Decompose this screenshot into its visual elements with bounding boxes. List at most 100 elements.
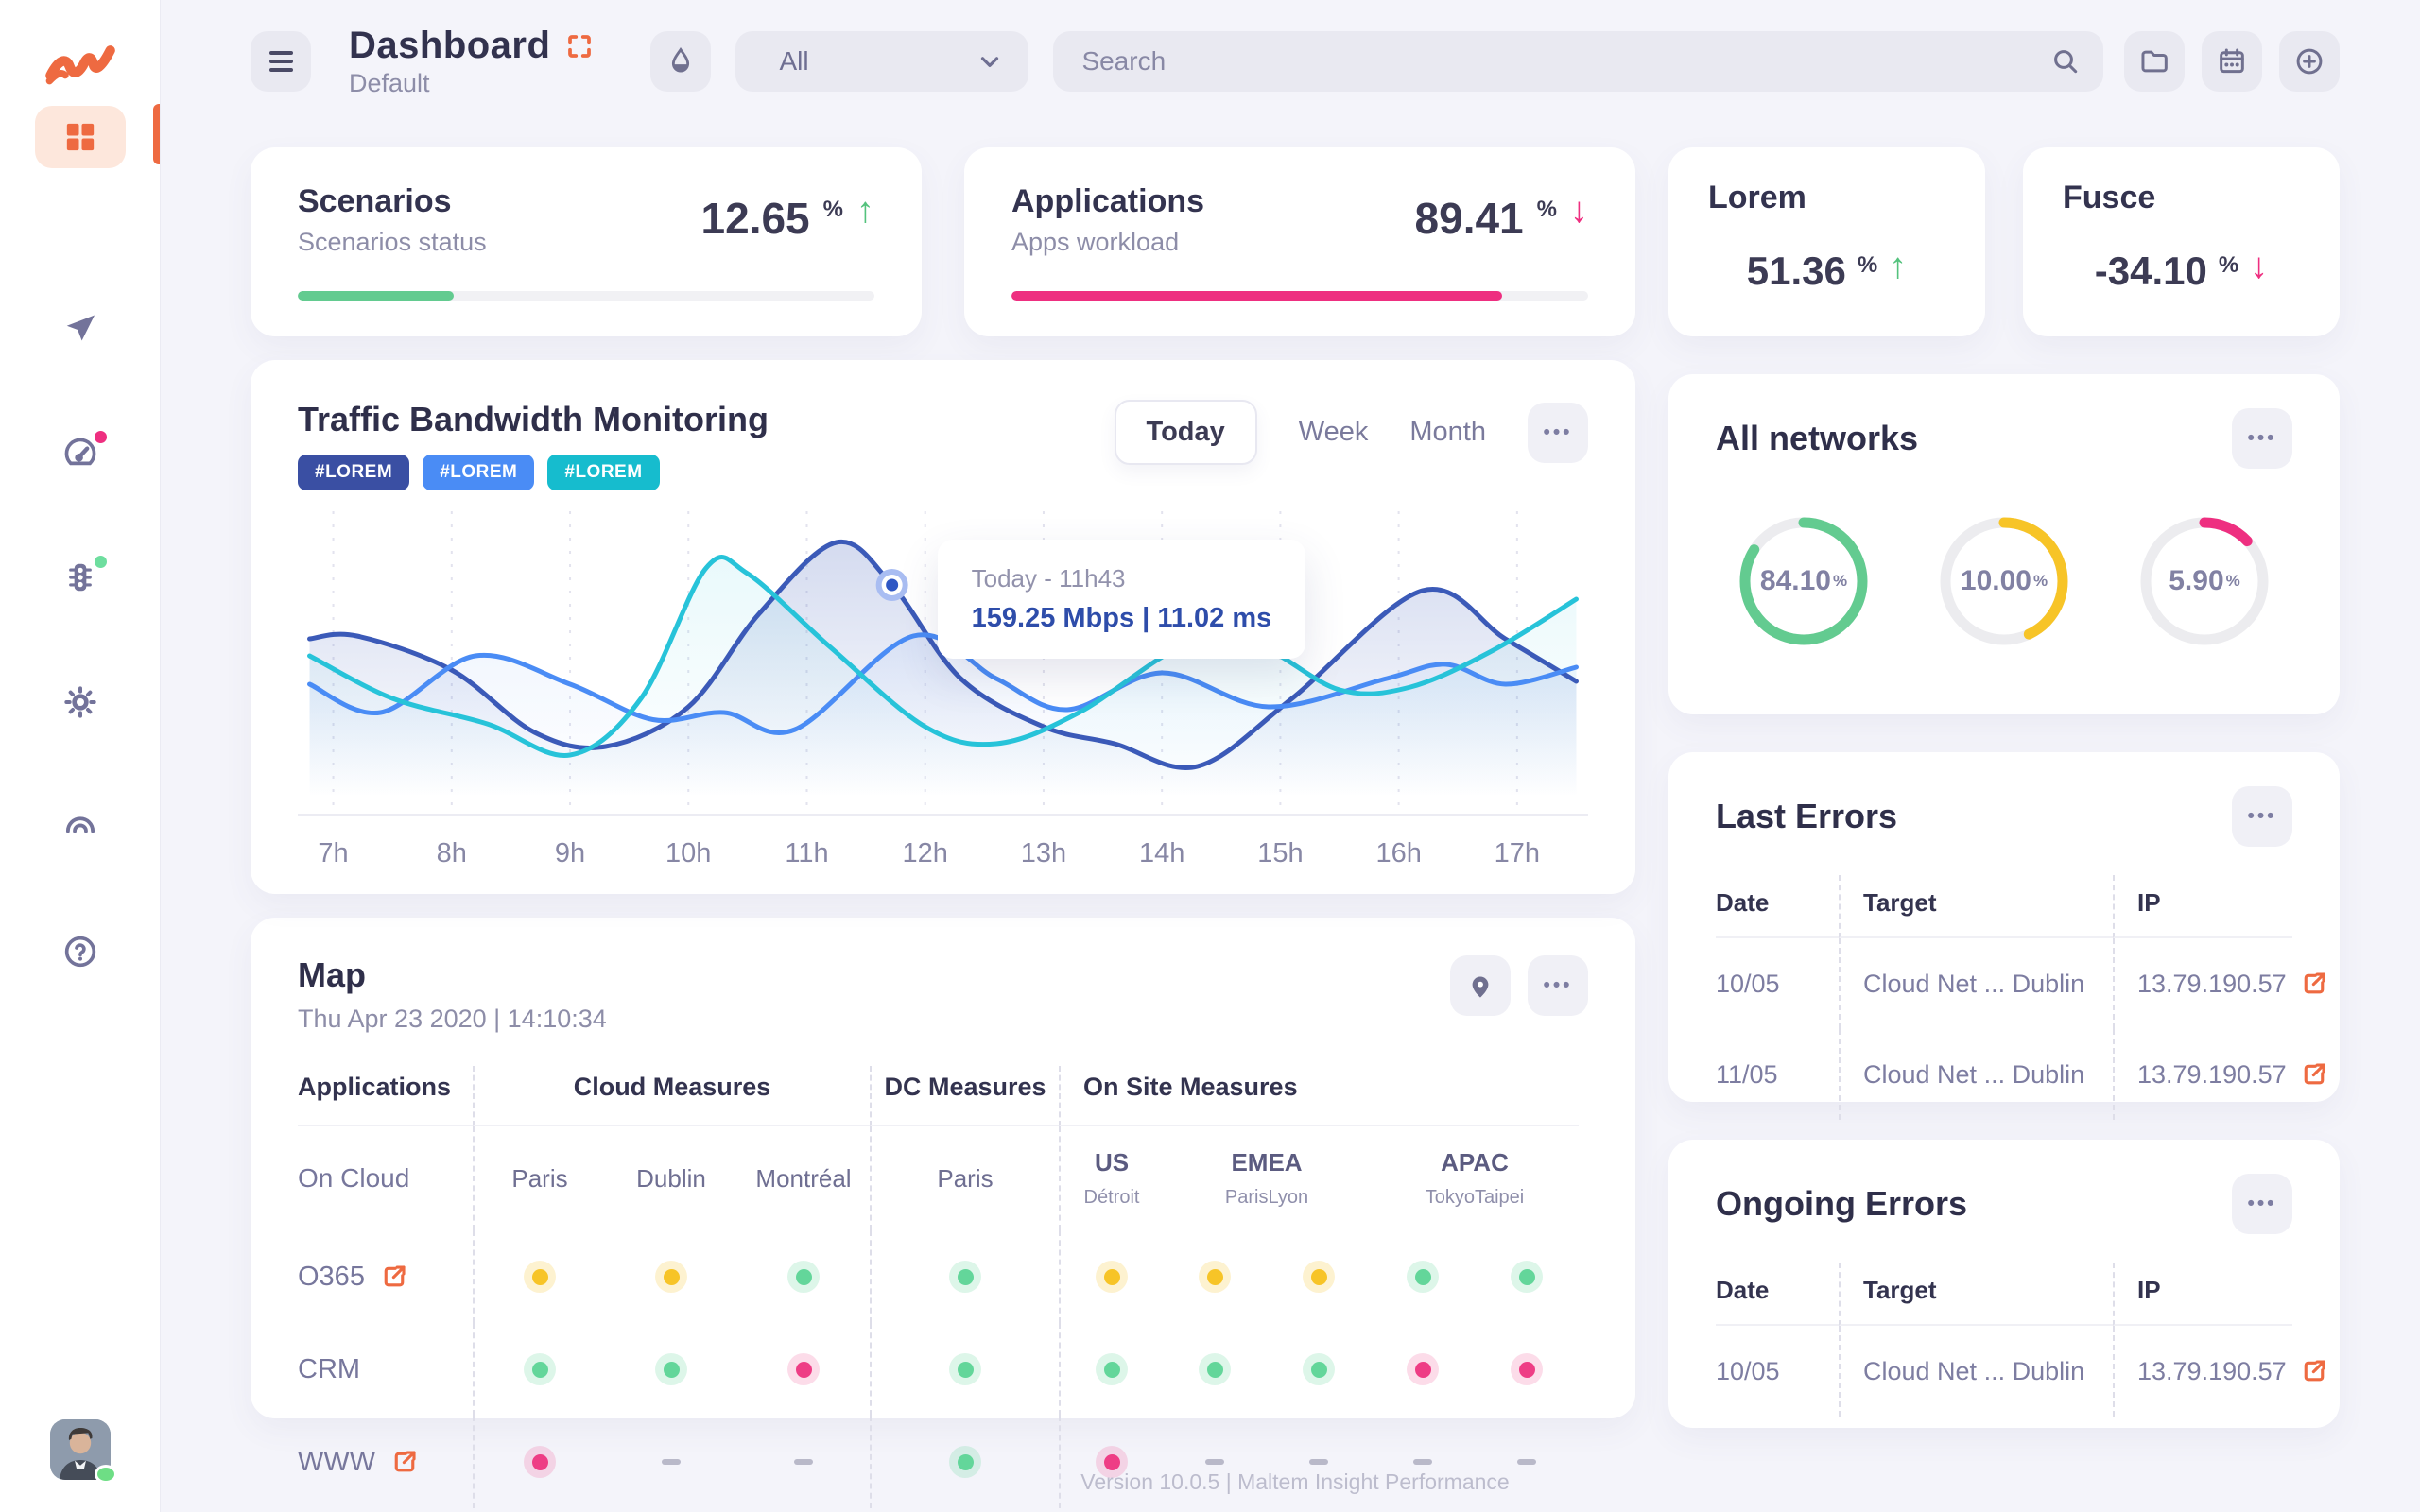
donut-value: 84.10% [1716, 493, 1892, 669]
network-donut-1: 10.00% [1916, 493, 2092, 669]
status-dot-yellow [524, 1261, 556, 1293]
external-link-icon[interactable] [390, 1448, 419, 1476]
measure-cell [1267, 1230, 1371, 1323]
svg-text:14h: 14h [1139, 838, 1184, 868]
status-dot-green [524, 1353, 556, 1385]
measure-cell [737, 1230, 870, 1323]
search-input[interactable] [1081, 46, 2050, 77]
sidebar-item-dashboard[interactable] [35, 106, 126, 168]
main-area: Dashboard Default All [161, 0, 2420, 1512]
chart-tooltip: Today - 11h43 159.25 Mbps | 11.02 ms [938, 540, 1306, 659]
status-dot-green [1407, 1261, 1439, 1293]
add-button[interactable] [2279, 31, 2340, 92]
svg-text:9h: 9h [555, 838, 585, 868]
external-link-icon[interactable] [380, 1263, 408, 1291]
scenarios-card: Scenarios Scenarios status 12.65% ↑ [251, 147, 922, 336]
title-block: Dashboard Default [349, 25, 594, 98]
map-more-button[interactable]: ••• [1528, 955, 1588, 1016]
applications-title: Applications [1011, 183, 1204, 220]
networks-more-button[interactable]: ••• [2232, 408, 2292, 469]
scenarios-title: Scenarios [298, 183, 487, 220]
traffic-more-button[interactable]: ••• [1528, 403, 1588, 463]
last-errors-more-button[interactable]: ••• [2232, 786, 2292, 847]
folder-button[interactable] [2124, 31, 2185, 92]
status-dot-yellow [1303, 1261, 1335, 1293]
folder-icon [2138, 45, 2170, 77]
stat-cards-row: Scenarios Scenarios status 12.65% ↑ Appl… [251, 147, 1635, 336]
search-icon[interactable] [2050, 46, 2081, 77]
fusce-title: Fusce [2063, 180, 2300, 216]
traffic-chart: 7h8h9h10h11h12h13h14h15h16h17h Today - 1… [298, 500, 1588, 878]
tab-today[interactable]: Today [1115, 400, 1257, 465]
search-field[interactable] [1053, 31, 2103, 92]
measure-cell [1267, 1323, 1371, 1416]
sidebar [0, 0, 161, 1512]
scenarios-subtitle: Scenarios status [298, 228, 487, 257]
status-dot-pink [1511, 1353, 1543, 1385]
svg-text:17h: 17h [1495, 838, 1540, 868]
column-header-onsite-measures: On Site Measures [1059, 1066, 1579, 1126]
fullscreen-icon[interactable] [565, 32, 594, 60]
theme-droplet-button[interactable] [650, 31, 711, 92]
svg-text:10h: 10h [666, 838, 711, 868]
filter-select[interactable]: All [735, 31, 1028, 92]
sidebar-item-traffic[interactable] [35, 546, 126, 609]
tab-week[interactable]: Week [1299, 417, 1369, 448]
traffic-tags: #LOREM #LOREM #LOREM [298, 455, 769, 490]
error-date: 11/05 [1716, 1029, 1839, 1120]
svg-text:16h: 16h [1375, 838, 1421, 868]
error-date: 10/05 [1716, 938, 1839, 1029]
signal-icon [60, 807, 100, 847]
tab-month[interactable]: Month [1409, 417, 1486, 448]
user-avatar[interactable] [50, 1419, 111, 1480]
scenarios-progress [298, 291, 874, 301]
measure-cell [870, 1416, 1059, 1508]
network-donut-0: 84.10% [1716, 493, 1892, 669]
measure-cell [473, 1230, 605, 1323]
measure-cell [605, 1230, 737, 1323]
sidebar-item-signal[interactable] [35, 796, 126, 858]
svg-text:13h: 13h [1021, 838, 1066, 868]
svg-text:8h: 8h [437, 838, 467, 868]
droplet-icon [665, 45, 697, 77]
status-dot-green [1096, 1353, 1128, 1385]
status-dot-pink [524, 1446, 556, 1478]
external-link-icon[interactable] [2300, 1060, 2328, 1089]
chevron-down-icon [976, 47, 1004, 76]
city-header-montréal: Montréal [737, 1126, 870, 1230]
traffic-tag-2[interactable]: #LOREM [547, 455, 659, 490]
sidebar-item-navigation[interactable] [35, 297, 126, 359]
sidebar-item-help[interactable] [35, 920, 126, 983]
svg-text:15h: 15h [1257, 838, 1303, 868]
filter-selected-value: All [779, 46, 808, 77]
sidebar-item-gauge[interactable] [35, 421, 126, 484]
status-none-dash [1309, 1459, 1328, 1465]
error-target: Cloud Net ... Dublin [1839, 1326, 2113, 1417]
applications-subtitle: Apps workload [1011, 228, 1204, 257]
app-logo[interactable] [35, 28, 126, 94]
settings-icon [61, 683, 99, 721]
column-header-dc-measures: DC Measures [870, 1066, 1059, 1126]
ongoing-errors-more-button[interactable]: ••• [2232, 1174, 2292, 1234]
tooltip-time: Today - 11h43 [972, 564, 1272, 593]
lorem-value: 51.36 [1747, 249, 1846, 294]
app-row-label-www: WWW [298, 1416, 473, 1508]
notification-badge [93, 429, 109, 445]
arrow-up-icon: ↑ [1889, 247, 1907, 287]
svg-text:12h: 12h [903, 838, 948, 868]
external-link-icon[interactable] [2300, 1357, 2328, 1385]
sidebar-item-settings[interactable] [35, 671, 126, 733]
traffic-title: Traffic Bandwidth Monitoring [298, 400, 769, 439]
traffic-tag-1[interactable]: #LOREM [423, 455, 534, 490]
help-icon [61, 933, 99, 971]
traffic-tag-0[interactable]: #LOREM [298, 455, 409, 490]
donut-value: 5.90% [2117, 493, 2292, 669]
calendar-button[interactable] [2202, 31, 2262, 92]
external-link-icon[interactable] [2300, 970, 2328, 998]
app-row-label-crm: CRM [298, 1323, 473, 1416]
active-nav-indicator [153, 104, 160, 164]
menu-button[interactable] [251, 31, 311, 92]
status-none-dash [1205, 1459, 1224, 1465]
error-ip: 13.79.190.57 [2113, 1326, 2292, 1417]
map-pin-button[interactable] [1450, 955, 1511, 1016]
